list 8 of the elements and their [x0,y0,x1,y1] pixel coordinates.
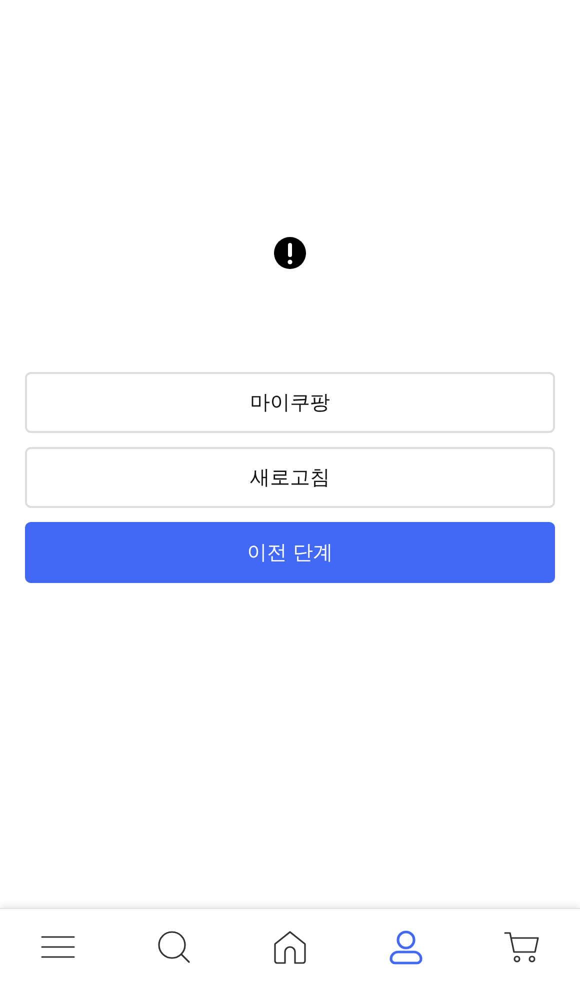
alert-icon [274,237,306,269]
person-icon[interactable] [388,929,424,965]
home-icon[interactable] [272,929,308,965]
action-button[interactable]: 새로고침 [25,447,555,508]
search-icon[interactable] [156,929,192,965]
action-button[interactable]: 마이쿠팡 [25,372,555,433]
action-button[interactable]: 이전 단계 [25,522,555,583]
cart-icon[interactable] [504,929,540,965]
